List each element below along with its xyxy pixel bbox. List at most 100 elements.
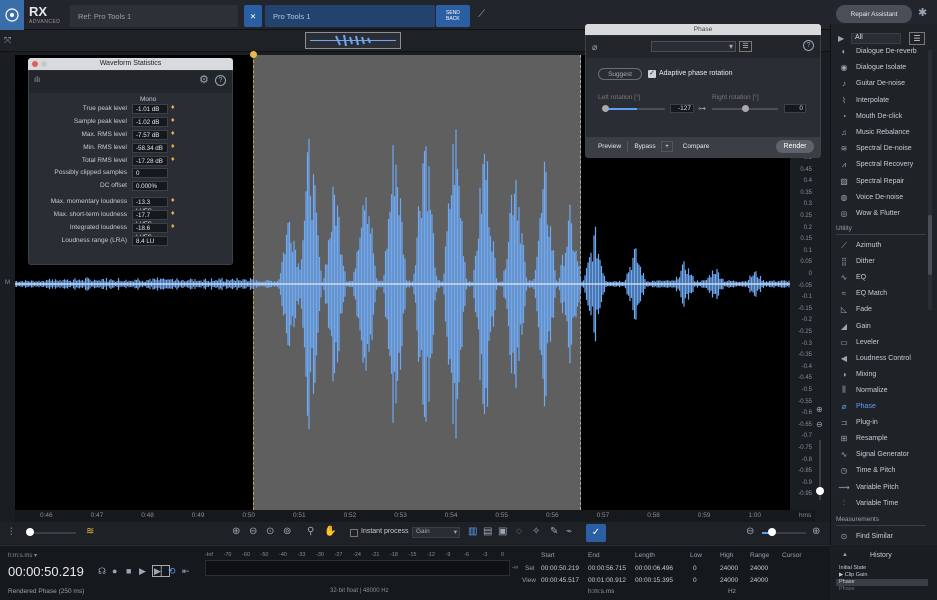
zoom-selection-icon[interactable]: ⊙ [266, 527, 274, 537]
view-end-field[interactable]: 00:01:00.912 [588, 577, 626, 584]
locate-pin-icon[interactable]: ♦ [171, 117, 175, 124]
settings-icon[interactable]: ✱ [918, 8, 927, 19]
module-item-dialogue-de-reverb[interactable]: ◐ Dialogue De-reverb [838, 44, 928, 59]
module-item-variable-time[interactable]: ⫶ Variable Time [838, 496, 928, 511]
magnify-icon[interactable]: ⚲ [307, 527, 314, 537]
zoom-out-icon[interactable]: ⊖ [249, 527, 257, 537]
harmonic-selection-icon[interactable]: ⌁ [566, 527, 572, 537]
view-length-field[interactable]: 00:00:15.395 [635, 577, 673, 584]
collapse-icon[interactable]: ⤧ [4, 35, 11, 45]
module-item-variable-pitch[interactable]: ⟿ Variable Pitch [838, 480, 928, 495]
locate-pin-icon[interactable]: ♦ [171, 156, 175, 163]
view-range-field[interactable]: 24000 [750, 577, 768, 584]
waveform-mode-icon[interactable]: ⫶ [10, 528, 13, 538]
lasso-tool-icon[interactable]: ◌ [516, 527, 522, 537]
module-item-spectral-repair[interactable]: ▨ Spectral Repair [838, 174, 928, 189]
module-item-guitar-de-noise[interactable]: ♪ Guitar De-noise [838, 76, 928, 91]
module-item-find-similar[interactable]: ⊙ Find Similar [838, 529, 928, 544]
instant-process-select[interactable]: Gain ▾ [412, 527, 460, 538]
module-item-music-rebalance[interactable]: ♫ Music Rebalance [838, 125, 928, 140]
module-item-spectral-de-noise[interactable]: ≋ Spectral De-noise [838, 141, 928, 156]
vertical-zoom-thumb[interactable] [816, 487, 824, 495]
slider-thumb[interactable] [26, 528, 34, 536]
view-start-field[interactable]: 00:00:45.517 [541, 577, 579, 584]
suggest-button[interactable]: Suggest [598, 68, 642, 80]
history-item[interactable]: Initial State [836, 565, 928, 572]
time-format-select[interactable]: h:m:s.ms ▾ [8, 552, 37, 559]
section-utility[interactable]: Utility [836, 223, 926, 235]
preset-select[interactable]: ▾ [651, 41, 736, 52]
locate-pin-icon[interactable]: ♦ [171, 197, 175, 204]
module-item-time-pitch[interactable]: ◷ Time & Pitch [838, 463, 928, 478]
locate-pin-icon[interactable]: ♦ [171, 210, 175, 217]
horizontal-zoom-in-icon[interactable]: ⊕ [812, 527, 820, 537]
tab-reference[interactable]: Ref: Pro Tools 1 [70, 5, 238, 27]
horizontal-zoom-thumb[interactable] [768, 528, 776, 536]
module-item-spectral-recovery[interactable]: ⩘ Spectral Recovery [838, 157, 928, 172]
locate-pin-icon[interactable]: ♦ [171, 104, 175, 111]
sel-range-field[interactable]: 24000 [750, 565, 768, 572]
time-selection-tool-icon[interactable]: ▥ [468, 527, 477, 537]
minimize-window-icon[interactable] [41, 61, 47, 67]
draw-tool-icon[interactable]: ✓ [586, 524, 606, 542]
module-item-azimuth[interactable]: ⟋ Azimuth [838, 238, 928, 253]
compare-button[interactable]: Compare [676, 141, 716, 152]
bypass-button[interactable]: Bypass [629, 141, 661, 152]
right-rotation-field[interactable]: 0 [784, 104, 806, 113]
module-item-plug-in[interactable]: ⊐ Plug-in [838, 415, 928, 430]
overview-view-box[interactable] [305, 32, 401, 49]
return-to-start-icon[interactable]: ⇤ [182, 566, 190, 576]
tab-pro-tools[interactable]: Pro Tools 1 [265, 5, 435, 27]
magic-wand-icon[interactable]: ✧ [532, 527, 540, 537]
time-ruler[interactable]: 0:46 0:47 0:48 0:49 0:50 0:51 0:52 0:53 0:54 0:55… [15, 510, 815, 522]
zoom-in-icon[interactable]: ⊕ [232, 527, 240, 537]
horizontal-zoom-out-icon[interactable]: ⊖ [746, 527, 754, 537]
sel-start-field[interactable]: 00:00:50.219 [541, 565, 579, 572]
wave-settings-icon[interactable]: ⟋ [478, 10, 485, 20]
module-item-dialogue-isolate[interactable]: ◉ Dialogue Isolate [838, 60, 928, 75]
left-rotation-field[interactable]: -127 [670, 104, 694, 113]
sel-length-field[interactable]: 00:00:06.496 [635, 565, 673, 572]
gear-icon[interactable]: ⚙ [199, 75, 209, 86]
locate-pin-icon[interactable]: ♦ [171, 130, 175, 137]
repair-assistant-button[interactable]: Repair Assistant [836, 5, 912, 23]
zoom-fit-icon[interactable]: ⊚ [283, 527, 291, 537]
module-item-normalize[interactable]: ⫼ Normalize [838, 383, 928, 398]
close-window-icon[interactable] [32, 61, 38, 67]
module-item-dither[interactable]: ⣿ Dither [838, 254, 928, 269]
module-item-eq-match[interactable]: ≈ EQ Match [838, 286, 928, 301]
adaptive-phase-checkbox[interactable]: ✓ [648, 70, 656, 78]
play-icon[interactable]: ▶ [139, 566, 146, 576]
locate-pin-icon[interactable]: ♦ [171, 223, 175, 230]
left-rotation-thumb[interactable] [602, 105, 609, 112]
preview-button[interactable]: Preview [592, 141, 628, 152]
right-rotation-thumb[interactable] [742, 105, 749, 112]
module-item-mouth-de-click[interactable]: ◔ Mouth De-click [838, 109, 928, 124]
swap-tab-icon[interactable]: ✕ [244, 5, 262, 27]
locate-pin-icon[interactable]: ♦ [171, 143, 175, 150]
module-item-eq[interactable]: ∿ EQ [838, 270, 928, 285]
sel-low-field[interactable]: 0 [693, 565, 697, 572]
section-measurements[interactable]: Measurements [836, 514, 926, 526]
sel-end-field[interactable]: 00:00:56.715 [588, 565, 626, 572]
view-low-field[interactable]: 0 [693, 577, 697, 584]
module-item-phase[interactable]: ⌀ Phase [838, 399, 928, 414]
zoom-out-vertical-icon[interactable]: ⊖ [816, 420, 823, 430]
module-item-fade[interactable]: ◺ Fade [838, 302, 928, 317]
instant-process-checkbox[interactable] [350, 529, 358, 537]
add-compare-button[interactable]: + [661, 141, 673, 152]
frequency-selection-tool-icon[interactable]: ▤ [483, 527, 492, 537]
waveform-spectrogram-slider[interactable] [28, 532, 76, 534]
module-list-scroll-thumb[interactable] [928, 215, 932, 275]
help-icon[interactable]: ? [215, 75, 226, 86]
send-back-button[interactable]: SEND BACK [436, 5, 470, 27]
stop-icon[interactable]: ■ [126, 566, 131, 576]
module-item-interpolate[interactable]: ⌇ Interpolate [838, 93, 928, 108]
record-icon[interactable]: ● [112, 566, 117, 576]
link-icon[interactable]: ⊶ [698, 104, 706, 114]
history-item[interactable]: Phase [836, 586, 928, 593]
preset-menu-icon[interactable]: ☰ [739, 41, 752, 52]
view-high-field[interactable]: 24000 [720, 577, 738, 584]
module-item-voice-de-noise[interactable]: ◍ Voice De-noise [838, 190, 928, 205]
history-item[interactable]: ▶ Clip Gain [836, 572, 928, 579]
